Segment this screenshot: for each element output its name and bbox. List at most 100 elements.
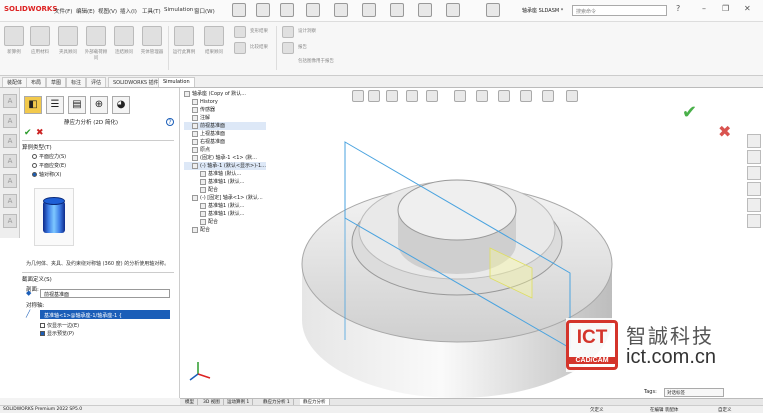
external-loads-icon[interactable] [86, 26, 106, 46]
tree-item[interactable]: (-) [固定] 轴承<1> (默认... [184, 194, 266, 202]
text-icon[interactable]: A [3, 194, 17, 208]
tree-item[interactable]: 配合 [184, 218, 266, 226]
zoom-area-icon[interactable] [368, 90, 380, 102]
file-explorer-icon[interactable] [747, 166, 761, 180]
checkbox-show-one-side[interactable]: 仅显示一边(E) [40, 322, 79, 329]
tree-item[interactable]: 配合 [184, 186, 266, 194]
tree-item[interactable]: 上视基准面 [184, 130, 266, 138]
axis-field[interactable]: 基准轴<1>@轴承座-1/轴承座-1 { [40, 310, 170, 319]
hide-show-icon[interactable] [498, 90, 510, 102]
scene-icon[interactable] [542, 90, 554, 102]
compare-results-icon[interactable] [234, 42, 246, 54]
tree-item[interactable]: 注解 [184, 114, 266, 122]
menu-view[interactable]: 视图(V) [98, 7, 117, 15]
results-advisor-icon[interactable] [204, 26, 224, 46]
connections-icon[interactable] [114, 26, 134, 46]
menu-tools[interactable]: 工具(T) [142, 7, 161, 15]
display-style-icon[interactable] [476, 90, 488, 102]
restore-icon[interactable]: ❐ [722, 4, 729, 13]
text-icon[interactable]: A [3, 134, 17, 148]
tree-item[interactable]: 基准轴 (默认... [184, 170, 266, 178]
save-icon[interactable] [306, 3, 320, 17]
run-study-icon[interactable] [174, 26, 194, 46]
tags-input[interactable]: 对话标签 [664, 388, 724, 397]
menu-file[interactable]: 文件(F) [54, 7, 72, 15]
plane-field[interactable]: 前视基准面 [40, 289, 170, 298]
home-pane-icon[interactable] [747, 134, 761, 148]
menu-window[interactable]: 窗口(W) [194, 7, 215, 15]
tree-item[interactable]: History [184, 98, 266, 106]
cancel-button[interactable]: ✖ [36, 128, 44, 138]
feature-manager-icon[interactable]: ◧ [24, 96, 42, 114]
minimize-icon[interactable]: – [702, 4, 706, 13]
search-input[interactable]: 搜索命令 [572, 5, 667, 16]
deformed-result-icon[interactable] [234, 26, 246, 38]
tree-item[interactable]: 基准轴1 (默认... [184, 202, 266, 210]
redo-icon[interactable] [390, 3, 404, 17]
tree-item[interactable]: 前视基准面 [184, 122, 266, 130]
gear-icon[interactable] [486, 3, 500, 17]
dimxpert-icon[interactable]: ⊕ [90, 96, 108, 114]
tab-layout[interactable]: 布局 [26, 77, 47, 87]
view-orientation-icon[interactable] [454, 90, 466, 102]
tree-item[interactable]: 基准轴1 (默认... [184, 210, 266, 218]
undo-icon[interactable] [362, 3, 376, 17]
property-manager-icon[interactable]: ☰ [46, 96, 64, 114]
tab-addins[interactable]: SOLIDWORKS 插件 [108, 77, 164, 87]
ok-button[interactable]: ✔ [24, 128, 32, 138]
graphics-area[interactable]: 轴承座 (Copy of 默认... History 传感器 注解 前视基准面 上视基准面… [180, 88, 763, 398]
radio-plane-strain[interactable]: 平面应变(E) [32, 162, 174, 169]
menu-edit[interactable]: 编辑(E) [76, 7, 95, 15]
tree-item[interactable]: (固定) 轴承-1 <1> (默... [184, 154, 266, 162]
section-view-icon[interactable] [406, 90, 418, 102]
status-units[interactable]: 自定义 [718, 407, 732, 413]
view-settings-icon[interactable] [566, 90, 578, 102]
fixtures-advisor-icon[interactable] [58, 26, 78, 46]
confirm-cancel-icon[interactable]: ✖ [718, 122, 731, 141]
checkbox-show-preview[interactable]: 显示预览(P) [40, 330, 74, 337]
tab-evaluate[interactable]: 评估 [86, 77, 107, 87]
confirm-ok-icon[interactable]: ✔ [682, 102, 697, 123]
print-icon[interactable] [334, 3, 348, 17]
tree-item[interactable]: 传感器 [184, 106, 266, 114]
rebuild-icon[interactable] [446, 3, 460, 17]
display-manager-icon[interactable]: ◕ [112, 96, 130, 114]
menu-insert[interactable]: 插入(I) [120, 7, 137, 15]
tab-assembly[interactable]: 装配体 [2, 77, 28, 87]
new-document-icon[interactable] [256, 3, 270, 17]
tab-sketch[interactable]: 草图 [46, 77, 67, 87]
tree-item[interactable]: 基准轴1 (默认... [184, 178, 266, 186]
previous-view-icon[interactable] [386, 90, 398, 102]
zoom-to-fit-icon[interactable] [352, 90, 364, 102]
design-insight-icon[interactable] [282, 26, 294, 38]
select-icon[interactable] [418, 3, 432, 17]
text-icon[interactable]: A [3, 94, 17, 108]
edit-appearance-icon[interactable] [520, 90, 532, 102]
tree-item[interactable]: 配合 [184, 226, 266, 234]
view-palette-icon[interactable] [747, 182, 761, 196]
dynamic-annotation-icon[interactable] [426, 90, 438, 102]
shell-manager-icon[interactable] [142, 26, 162, 46]
custom-properties-icon[interactable] [747, 214, 761, 228]
configuration-manager-icon[interactable]: ▤ [68, 96, 86, 114]
home-icon[interactable] [232, 3, 246, 17]
library-icon[interactable] [747, 150, 761, 164]
tree-item[interactable]: 原点 [184, 146, 266, 154]
help-icon[interactable]: ? [166, 118, 174, 126]
help-icon[interactable]: ? [676, 4, 680, 13]
radio-plane-stress[interactable]: 平面应力(S) [32, 153, 174, 160]
radio-axisymmetric[interactable]: 轴对称(X) [32, 171, 174, 178]
tree-item[interactable]: (-) 轴承-1 (默认<显示>)-1... [184, 162, 266, 170]
menu-simulation[interactable]: Simulation [164, 7, 193, 13]
tab-simulation[interactable]: Simulation [158, 77, 195, 87]
tree-item[interactable]: 右视基准面 [184, 138, 266, 146]
new-study-icon[interactable] [4, 26, 24, 46]
appearances-icon[interactable] [747, 198, 761, 212]
text-icon[interactable]: A [3, 154, 17, 168]
report-icon[interactable] [282, 42, 294, 54]
apply-material-icon[interactable] [30, 26, 50, 46]
open-icon[interactable] [280, 3, 294, 17]
tree-item[interactable]: 轴承座 (Copy of 默认... [184, 90, 266, 98]
text-icon[interactable]: A [3, 214, 17, 228]
close-icon[interactable]: ✕ [744, 4, 751, 13]
